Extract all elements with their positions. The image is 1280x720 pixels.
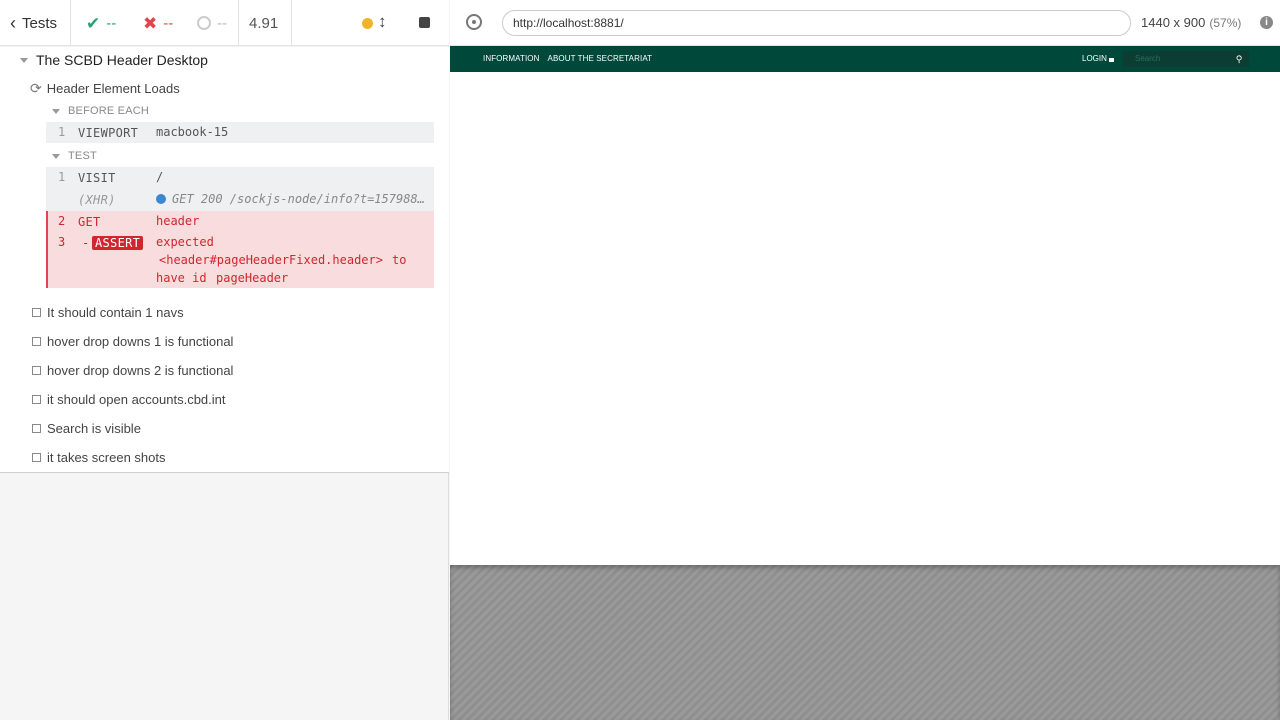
test-item[interactable]: hover drop downs 1 is functional [32,334,233,349]
test-item-label: it should open accounts.cbd.int [47,392,226,407]
command-row[interactable]: 1 VISIT / [46,167,434,188]
stats-divider [238,0,239,46]
caret-down-icon [52,108,60,114]
aut-header: http://localhost:8881/ 1440 x 900 (57%) i [450,0,1280,46]
assert-badge-label: ASSERT [92,236,144,250]
test-item-label: It should contain 1 navs [47,305,184,320]
suite-title-label: The SCBD Header Desktop [36,52,208,68]
login-label: LOGIN [1082,54,1107,63]
test-item[interactable]: Search is visible [32,421,141,436]
command-row-failed[interactable]: 2 GET header [46,213,434,233]
running-status-icon [362,18,373,29]
assert-badge: ASSERT [92,236,144,250]
caret-down-icon [52,153,60,159]
pending-count[interactable]: -- [197,0,227,46]
nav-item-about[interactable]: ABOUT THE SECRETARIAT [548,54,653,63]
hook-test-label: TEST [68,150,97,162]
pending-test-icon [32,308,41,317]
command-number: 2 [58,214,66,228]
refresh-icon: ⟳ [30,80,42,96]
duration: 4.91 [249,14,279,32]
lock-icon [1108,58,1114,62]
test-item-label: hover drop downs 2 is functional [47,363,234,378]
command-message: GET 200 /sockjs-node/info?t=157988… [156,192,426,206]
aut-iframe: INFORMATION ABOUT THE SECRETARIAT LOGIN … [450,46,1280,565]
test-item[interactable]: it takes screen shots [32,450,166,465]
command-name: GET [78,215,101,229]
test-item-label: Search is visible [47,421,141,436]
runnable-list: The SCBD Header Desktop ⟳ Header Element… [0,47,449,473]
test-item-label: it takes screen shots [47,450,166,465]
command-name: VIEWPORT [78,126,139,140]
command-number: 3 [58,235,66,249]
command-row[interactable]: 1 VIEWPORT macbook-15 [46,122,434,143]
reporter-panel: ‹ Tests ✔ -- ✖ -- -- 4.91 ↕ The SCBD Hea… [0,0,449,720]
hook-before-each[interactable]: BEFORE EACH [52,105,149,117]
command-message: macbook-15 [156,125,229,139]
command-name: (XHR) [78,193,116,207]
info-icon[interactable]: i [1260,16,1273,29]
selector-playground-icon[interactable] [466,14,482,30]
chevron-left-icon: ‹ [10,13,16,33]
suite-title[interactable]: The SCBD Header Desktop [20,52,208,68]
pending-value: -- [217,14,227,32]
assert-message-to: to [392,253,407,267]
pending-test-icon [32,337,41,346]
test-title-label: Header Element Loads [46,81,180,96]
failed-value: -- [163,14,174,32]
viewport-info[interactable]: 1440 x 900 (57%) [1141,15,1241,30]
x-icon: ✖ [143,13,158,33]
command-number: 1 [58,125,66,139]
tests-link-label: Tests [22,14,58,32]
stats-divider [291,0,292,46]
app-under-test-panel: http://localhost:8881/ 1440 x 900 (57%) i… [450,0,1280,720]
tests-back-link[interactable]: ‹ Tests [10,0,57,46]
stats-bar: ‹ Tests ✔ -- ✖ -- -- 4.91 ↕ [0,0,449,46]
command-number: 1 [58,170,66,184]
xhr-command-row[interactable]: (XHR) GET 200 /sockjs-node/info?t=157988… [46,188,434,211]
stop-button[interactable] [419,17,430,28]
hook-before-each-label: BEFORE EACH [68,105,150,117]
site-nav: INFORMATION ABOUT THE SECRETARIAT [483,54,652,63]
xhr-status-icon [156,194,166,204]
pending-test-icon [32,395,41,404]
nav-item-information[interactable]: INFORMATION [483,54,540,63]
assert-message-id: pageHeader [216,271,289,285]
passed-value: -- [106,14,117,32]
stats-divider [70,0,71,46]
assert-message-have-id: have id [156,271,207,285]
pending-test-icon [32,424,41,433]
viewport-size: 1440 x 900 [1141,15,1206,30]
command-row-assert[interactable]: 3 - ASSERT expected <header#pageHeaderFi… [46,234,434,288]
login-link[interactable]: LOGIN [1082,54,1114,63]
test-item[interactable]: it should open accounts.cbd.int [32,392,226,407]
test-item[interactable]: hover drop downs 2 is functional [32,363,233,378]
assert-message-line1: expected [156,235,214,249]
test-item-label: hover drop downs 1 is functional [47,334,234,349]
hook-test[interactable]: TEST [52,150,97,162]
test-item[interactable]: It should contain 1 navs [32,305,184,320]
aut-empty-area [450,565,1280,720]
assert-prefix: - [82,236,90,250]
failed-count[interactable]: ✖ -- [143,0,173,46]
viewport-scale: (57%) [1209,16,1242,30]
pending-circle-icon [197,16,211,30]
caret-down-icon [20,57,28,63]
test-title[interactable]: ⟳ Header Element Loads [30,80,180,97]
pending-test-icon [32,453,41,462]
command-message: / [156,170,164,184]
assert-message-element: <header#pageHeaderFixed.header> [159,253,383,267]
check-icon: ✔ [86,13,101,33]
site-search-input[interactable]: Search [1123,51,1229,67]
auto-scroll-toggle-icon[interactable]: ↕ [378,12,387,32]
pending-test-icon [32,366,41,375]
command-message: header [156,214,200,228]
command-name: VISIT [78,171,116,185]
xhr-message: GET 200 /sockjs-node/info?t=157988… [172,192,425,206]
url-bar[interactable]: http://localhost:8881/ [502,10,1131,36]
passed-count[interactable]: ✔ -- [86,0,116,46]
search-icon[interactable]: ⚲ [1229,51,1249,67]
site-header: INFORMATION ABOUT THE SECRETARIAT LOGIN … [450,46,1280,72]
